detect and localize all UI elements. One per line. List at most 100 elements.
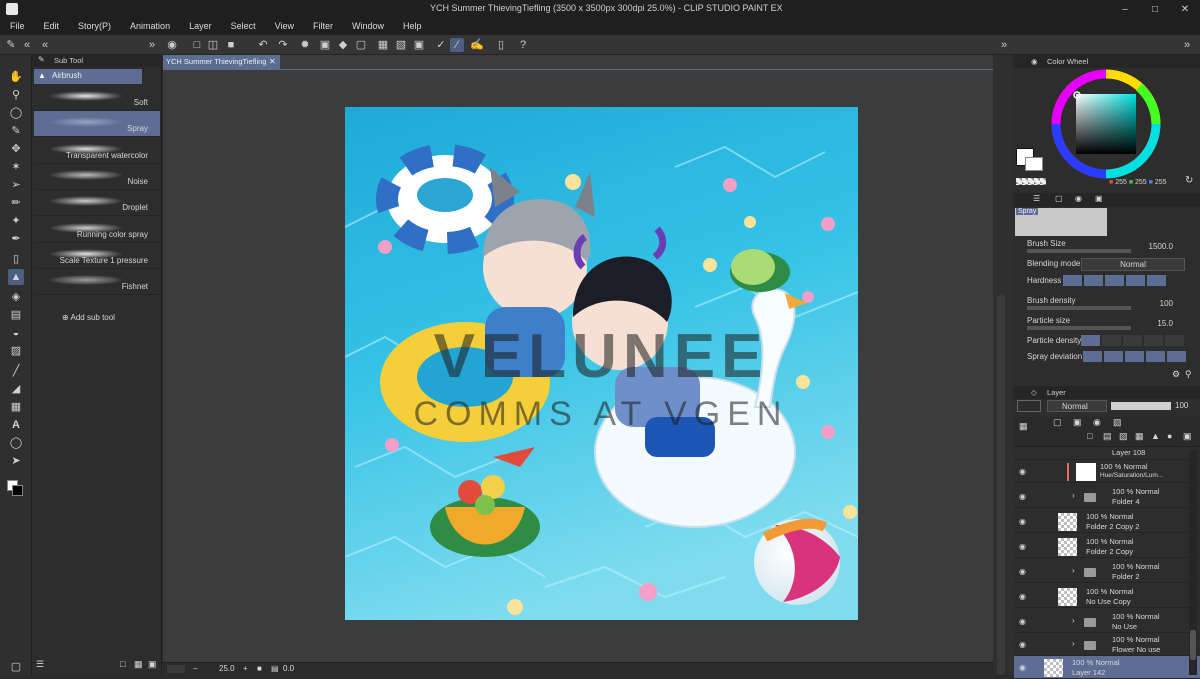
undo-icon[interactable]: ↶: [256, 38, 270, 52]
device-icon[interactable]: ▯: [494, 38, 508, 52]
show-selection-icon[interactable]: ▣: [412, 38, 426, 52]
save-icon[interactable]: ■: [224, 38, 238, 52]
level-segment[interactable]: [1102, 335, 1121, 346]
tool-property-row[interactable]: Brush density 100: [1025, 295, 1197, 313]
document-tab[interactable]: YCH Summer ThievingTiefling ✕: [163, 55, 280, 69]
open-icon[interactable]: ◫: [206, 38, 220, 52]
level-segment[interactable]: [1144, 335, 1163, 346]
new-raster-icon[interactable]: □: [1087, 431, 1092, 441]
layer-row[interactable]: ◉ 100 % Normal Hue/Saturation/Lum...: [1014, 460, 1200, 483]
fill-icon[interactable]: ▣: [318, 38, 332, 52]
color-wheel[interactable]: [1049, 67, 1164, 182]
property-value[interactable]: 1500.0: [1149, 242, 1173, 251]
level-segment[interactable]: [1081, 335, 1100, 346]
correct-line-icon[interactable]: ➤: [8, 453, 24, 469]
subtool-item[interactable]: Spray: [34, 111, 160, 138]
collapse-left-icon[interactable]: «: [38, 38, 52, 52]
navigator-scroll[interactable]: [167, 665, 185, 673]
menu-file[interactable]: File: [0, 18, 34, 35]
ruler-icon[interactable]: ◢: [8, 381, 24, 397]
menu-help[interactable]: Help: [393, 18, 431, 35]
layer-row[interactable]: ◉ 100 % Normal No Use Copy: [1014, 585, 1200, 608]
level-segment[interactable]: [1105, 275, 1124, 286]
magic-wand-icon[interactable]: ✶: [8, 159, 24, 175]
help-icon[interactable]: ?: [516, 38, 530, 52]
layer-row[interactable]: ◉ 100 % Normal Folder 2 Copy: [1014, 535, 1200, 558]
subtool-item[interactable]: Transparent watercolor: [34, 138, 160, 164]
eye-icon[interactable]: ◉: [1019, 542, 1029, 551]
snap-special-ruler-icon[interactable]: ∕: [450, 38, 464, 52]
eye-icon[interactable]: ◉: [1019, 617, 1029, 626]
wrench-icon[interactable]: ⚙: [1172, 369, 1180, 380]
subtool-item[interactable]: Running color spray: [34, 217, 160, 243]
reference-icon[interactable]: ◉: [1093, 417, 1101, 428]
level-segment[interactable]: [1147, 275, 1166, 286]
menu-storyp[interactable]: Story(P): [68, 18, 120, 35]
zoom-out-icon[interactable]: –: [193, 664, 197, 673]
refresh-icon[interactable]: ↻: [1185, 175, 1193, 186]
clear-icon[interactable]: ✹: [298, 38, 312, 52]
slider-track[interactable]: [1027, 249, 1131, 253]
pen-icon[interactable]: ✎: [4, 38, 18, 52]
level-segment[interactable]: [1083, 351, 1102, 362]
zoom-in-icon[interactable]: +: [243, 664, 248, 673]
close-tab-icon[interactable]: ✕: [269, 55, 276, 69]
level-segment[interactable]: [1167, 351, 1186, 362]
copy-layer-icon[interactable]: ▦: [1135, 431, 1144, 442]
collapse-left-icon[interactable]: «: [20, 38, 34, 52]
menu-filter[interactable]: Filter: [303, 18, 342, 35]
scroll-thumb[interactable]: [997, 295, 1005, 675]
clip-studio-icon[interactable]: ◉: [165, 38, 179, 52]
fill-tool-icon[interactable]: ◈: [8, 289, 24, 305]
subtool-item[interactable]: Fishnet: [34, 269, 160, 296]
settings-icon[interactable]: ☰: [1033, 194, 1040, 203]
angle-value[interactable]: 0.0: [283, 664, 294, 673]
transform-icon[interactable]: ▢: [354, 38, 368, 52]
airbrush-icon[interactable]: ▲: [8, 269, 24, 285]
tool-property-row[interactable]: Hardness: [1025, 275, 1197, 293]
eye-icon[interactable]: ◉: [1019, 663, 1029, 672]
layer-menu-icon[interactable]: ▦: [1019, 421, 1028, 432]
maximize-icon[interactable]: □: [1140, 0, 1170, 18]
chevron-right-icon[interactable]: ›: [1072, 616, 1075, 625]
snap-ruler-icon[interactable]: ✓: [434, 38, 448, 52]
eye-icon[interactable]: ◉: [1019, 592, 1029, 601]
level-segment[interactable]: [1125, 351, 1144, 362]
balloon-icon[interactable]: ◯: [8, 435, 24, 451]
mask-icon[interactable]: ▧: [1113, 417, 1122, 428]
blending-mode-select[interactable]: Normal: [1081, 258, 1185, 271]
chevron-right-icon[interactable]: ›: [1072, 491, 1075, 500]
eye-icon[interactable]: ◉: [1019, 492, 1029, 501]
minimize-icon[interactable]: –: [1110, 0, 1140, 18]
artwork-canvas[interactable]: VELUNEE COMMS AT VGEN: [345, 107, 858, 620]
chevron-right-icon[interactable]: ›: [1072, 566, 1075, 575]
material-icon[interactable]: ▣: [1095, 194, 1103, 203]
level-segment[interactable]: [1084, 275, 1103, 286]
collapse-right-icon[interactable]: »: [145, 38, 159, 52]
texture-icon[interactable]: ◉: [1075, 194, 1082, 203]
subtool-item[interactable]: Scale Texture 1 pressure: [34, 243, 160, 269]
level-segment[interactable]: [1146, 351, 1165, 362]
subtool-item[interactable]: Droplet: [34, 190, 160, 217]
merge-icon[interactable]: ▲: [1151, 431, 1160, 441]
eye-icon[interactable]: ◉: [1019, 640, 1029, 649]
new-file-icon[interactable]: □: [190, 38, 204, 52]
property-value[interactable]: 15.0: [1157, 319, 1173, 328]
bucket-icon[interactable]: ◆: [336, 38, 350, 52]
eraser-icon[interactable]: ▯: [8, 251, 24, 267]
move-icon[interactable]: ✥: [8, 141, 24, 157]
level-segment[interactable]: [1063, 275, 1082, 286]
search-icon[interactable]: ⚲: [1185, 369, 1192, 380]
level-segment[interactable]: [1165, 335, 1184, 346]
fit-icon[interactable]: ■: [257, 664, 262, 673]
hand-icon[interactable]: ✋: [8, 69, 24, 85]
property-value[interactable]: 100: [1160, 299, 1173, 308]
liquify-icon[interactable]: ◒: [8, 325, 24, 341]
eye-icon[interactable]: ◉: [1019, 567, 1029, 576]
invert-selection-icon[interactable]: ▧: [394, 38, 408, 52]
menu-view[interactable]: View: [265, 18, 303, 35]
tool-property-row[interactable]: Spray deviation: [1025, 351, 1197, 369]
decoration-icon[interactable]: ✦: [8, 213, 24, 229]
eyedropper-icon[interactable]: ➢: [8, 177, 24, 193]
lock-icon[interactable]: ▢: [1053, 417, 1062, 428]
